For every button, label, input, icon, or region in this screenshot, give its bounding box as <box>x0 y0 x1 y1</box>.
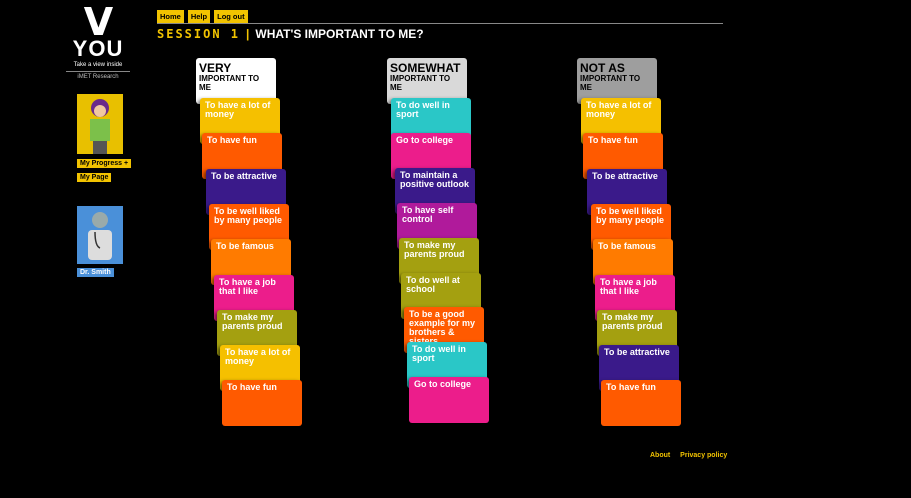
footer: About Privacy policy <box>650 452 735 459</box>
value-card[interactable]: Go to college <box>409 377 489 424</box>
logo-letter: V <box>83 0 113 44</box>
doctor-button[interactable]: Dr. Smith <box>77 268 114 277</box>
home-link[interactable]: Home <box>157 10 184 23</box>
page-title: SESSION 1 | WHAT'S IMPORTANT TO ME? <box>157 27 424 41</box>
header-rule <box>157 23 723 24</box>
session-label: SESSION 1 <box>157 27 241 41</box>
logo-org: iMET Research <box>77 74 119 80</box>
logo-word: YOU <box>72 36 124 61</box>
value-card[interactable]: To have fun <box>222 380 302 427</box>
value-card[interactable]: To have fun <box>601 380 681 427</box>
column-subtitle: IMPORTANT TO ME <box>199 74 260 92</box>
title-text: WHAT'S IMPORTANT TO ME? <box>255 27 424 41</box>
my-progress-button[interactable]: My Progress + <box>77 159 132 168</box>
app-logo[interactable]: V YOU Take a view inside iMET Research <box>66 0 130 80</box>
logout-link[interactable]: Log out <box>214 10 248 23</box>
column-title: SOMEWHAT <box>390 61 461 75</box>
column-title: NOT AS <box>580 61 625 75</box>
column-subtitle: IMPORTANT TO ME <box>390 74 451 92</box>
top-nav: Home Help Log out <box>157 10 248 23</box>
help-link[interactable]: Help <box>187 10 211 23</box>
my-progress-label: My Progress <box>80 160 123 167</box>
privacy-link[interactable]: Privacy policy <box>680 452 727 459</box>
plus-icon: + <box>123 160 129 167</box>
my-page-button[interactable]: My Page <box>77 173 112 182</box>
column-subtitle: IMPORTANT TO ME <box>580 74 641 92</box>
about-link[interactable]: About <box>650 452 670 459</box>
teen-avatar[interactable] <box>77 94 123 154</box>
doctor-figure-icon <box>88 212 112 260</box>
logo-tagline: Take a view inside <box>66 61 130 72</box>
doctor-avatar[interactable] <box>77 206 123 264</box>
column-title: VERY <box>199 61 232 75</box>
teen-figure-icon <box>90 99 110 154</box>
